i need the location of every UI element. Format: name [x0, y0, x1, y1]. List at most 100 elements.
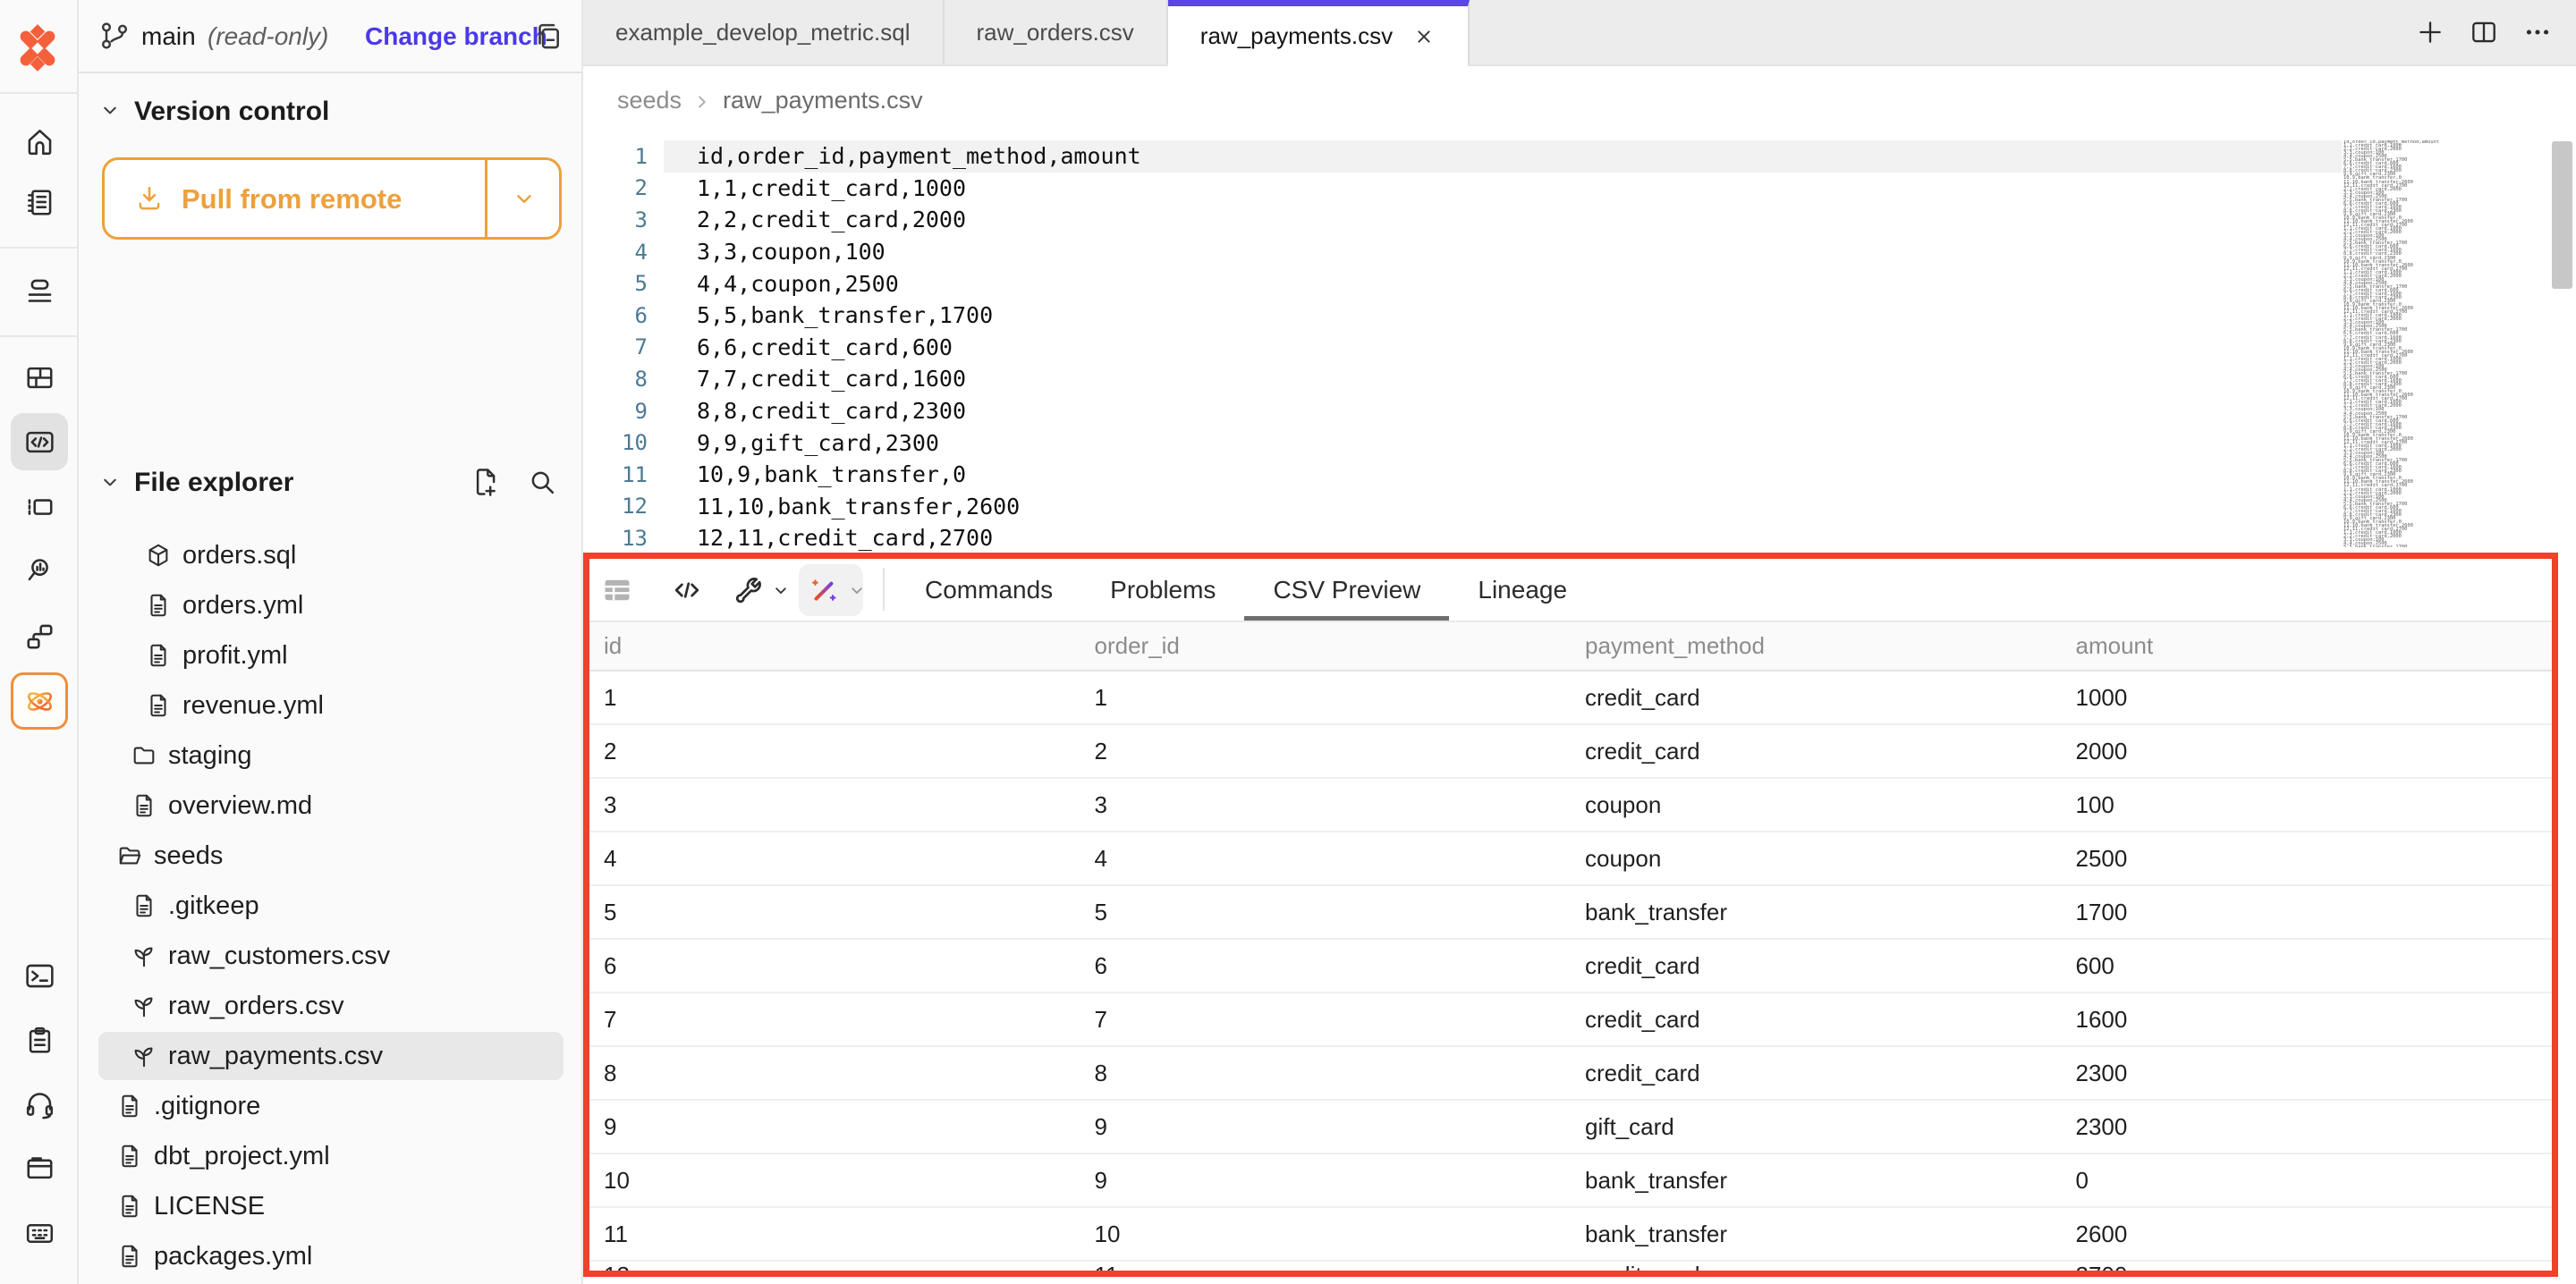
file-item-staging[interactable]: staging [88, 731, 578, 781]
file-item-packages-yml[interactable]: packages.yml [88, 1231, 578, 1281]
table-row: 88credit_card2300 [589, 1047, 2552, 1101]
table-cell: credit_card [1571, 1060, 2062, 1087]
file-item-raw-payments-csv[interactable]: raw_payments.csv [88, 1031, 578, 1081]
projects-window-icon[interactable] [11, 1139, 68, 1196]
file-item-orders-sql[interactable]: orders.sql [88, 530, 578, 580]
tab-example-develop-metric-sql[interactable]: example_develop_metric.sql [583, 0, 945, 64]
table-cell: 11 [589, 1221, 1080, 1248]
code-line: 43,3,coupon,100 [583, 236, 2363, 268]
tab-raw-orders-csv[interactable]: raw_orders.csv [945, 0, 1168, 64]
table-row: 11credit_card1000 [589, 672, 2552, 725]
data-stack-icon[interactable] [11, 262, 68, 319]
file-explorer-title: File explorer [134, 468, 293, 498]
file-item-profit-yml[interactable]: profit.yml [88, 630, 578, 680]
doc-icon [116, 1193, 143, 1220]
line-text: 3,3,coupon,100 [697, 239, 886, 265]
new-tab-plus-icon[interactable] [2415, 17, 2445, 47]
doc-icon [145, 642, 172, 669]
table-grid-icon[interactable] [601, 574, 633, 606]
editor-scrollbar-thumb[interactable] [2552, 141, 2572, 289]
file-item-dbt-project-yml[interactable]: dbt_project.yml [88, 1131, 578, 1181]
dbt-copilot-atom-icon[interactable] [11, 672, 68, 730]
file-item-raw-orders-csv[interactable]: raw_orders.csv [88, 981, 578, 1031]
table-cell: 2500 [2062, 845, 2553, 873]
search-icon[interactable] [526, 466, 558, 498]
dashboard-grid-icon[interactable] [11, 349, 68, 406]
pull-options-chevron-icon[interactable] [511, 186, 538, 213]
table-cell: 2300 [2062, 1060, 2553, 1087]
column-header-amount: amount [2062, 632, 2553, 660]
file-item-license[interactable]: LICENSE [88, 1181, 578, 1231]
download-icon [134, 183, 165, 214]
table-cell: 2700 [2062, 1262, 2553, 1271]
change-branch-link[interactable]: Change branch [365, 22, 547, 51]
line-number: 12 [583, 494, 648, 519]
file-item-label: overview.md [168, 791, 312, 821]
table-cell: 11 [1080, 1262, 1572, 1271]
clipboard-icon[interactable] [11, 1011, 68, 1069]
line-text: id,order_id,payment_method,amount [697, 143, 1141, 169]
terminal-icon[interactable] [11, 947, 68, 1004]
version-control-collapse-chevron-icon[interactable] [98, 99, 122, 122]
chevron-right-icon [692, 90, 712, 110]
table-cell: 1 [1080, 684, 1572, 712]
table-cell: 100 [2062, 791, 2553, 819]
doc-icon [116, 1093, 143, 1119]
flow-branch-icon[interactable] [11, 607, 68, 664]
bottom-tab-commands[interactable]: Commands [896, 559, 1081, 621]
explore-search-icon[interactable] [11, 541, 68, 598]
bottom-tab-problems[interactable]: Problems [1081, 559, 1244, 621]
notebook-icon[interactable] [11, 173, 68, 231]
file-item-orders-yml[interactable]: orders.yml [88, 580, 578, 630]
file-item-overview-md[interactable]: overview.md [88, 781, 578, 831]
pull-from-remote-button[interactable]: Pull from remote [102, 157, 562, 240]
new-file-icon[interactable] [469, 466, 501, 498]
table-row: 66credit_card600 [589, 940, 2552, 993]
code-editor[interactable]: 1id,order_id,payment_method,amount21,1,c… [583, 134, 2576, 553]
home-icon[interactable] [11, 113, 68, 170]
close-icon[interactable] [1412, 25, 1436, 48]
file-explorer-collapse-chevron-icon[interactable] [98, 471, 122, 494]
line-text: 4,4,coupon,2500 [697, 271, 899, 297]
table-cell: 10 [1080, 1221, 1572, 1248]
branch-readonly-label: (read-only) [208, 22, 328, 51]
split-editor-icon[interactable] [2469, 17, 2499, 47]
table-row: 77credit_card1600 [589, 993, 2552, 1047]
table-cell: 6 [589, 952, 1080, 980]
bottom-tab-csv-preview[interactable]: CSV Preview [1244, 559, 1449, 621]
more-options-ellipsis-icon[interactable] [2522, 17, 2553, 47]
file-item-raw-customers-csv[interactable]: raw_customers.csv [88, 931, 578, 981]
keyboard-icon[interactable] [11, 1204, 68, 1262]
bottom-tab-lineage[interactable]: Lineage [1449, 559, 1596, 621]
wrench-icon[interactable] [733, 574, 765, 606]
file-item--gitkeep[interactable]: .gitkeep [88, 881, 578, 931]
copy-icon[interactable] [531, 19, 565, 53]
code-editor-icon[interactable] [11, 413, 68, 470]
table-cell: 10 [589, 1167, 1080, 1195]
file-item-revenue-yml[interactable]: revenue.yml [88, 680, 578, 731]
file-item-seeds[interactable]: seeds [88, 831, 578, 881]
code-view-icon[interactable] [671, 574, 703, 606]
wrench-dropdown-chevron-icon[interactable] [771, 581, 791, 601]
dbt-logo-icon[interactable] [12, 22, 64, 74]
table-cell: 1 [589, 684, 1080, 712]
code-line: 12 11,10,bank_transfer,2600 [583, 491, 2363, 523]
code-line: 1110,9,bank_transfer,0 [583, 459, 2363, 491]
line-text: 11,10,bank_transfer,2600 [697, 494, 1020, 520]
minimap[interactable]: id,order_id,payment_method,amount 1,1,cr… [2343, 140, 2469, 547]
tab-raw-payments-csv[interactable]: raw_payments.csv [1168, 0, 1470, 66]
toolbar-divider [883, 568, 885, 611]
magic-wand-dropdown-chevron-icon[interactable] [847, 581, 867, 601]
file-item-label: .gitignore [154, 1092, 260, 1121]
file-item-label: packages.yml [154, 1242, 312, 1271]
magic-wand-icon[interactable] [808, 574, 840, 606]
file-item--gitignore[interactable]: .gitignore [88, 1081, 578, 1131]
table-row: 22credit_card2000 [589, 725, 2552, 779]
branch-name: main [141, 22, 196, 51]
canvas-frame-icon[interactable] [11, 477, 68, 535]
table-row: 55bank_transfer1700 [589, 886, 2552, 940]
code-line: 65,5,bank_transfer,1700 [583, 300, 2363, 332]
line-text: 10,9,bank_transfer,0 [697, 461, 966, 487]
support-headset-icon[interactable] [11, 1075, 68, 1132]
breadcrumb-seeds[interactable]: seeds [617, 87, 682, 114]
